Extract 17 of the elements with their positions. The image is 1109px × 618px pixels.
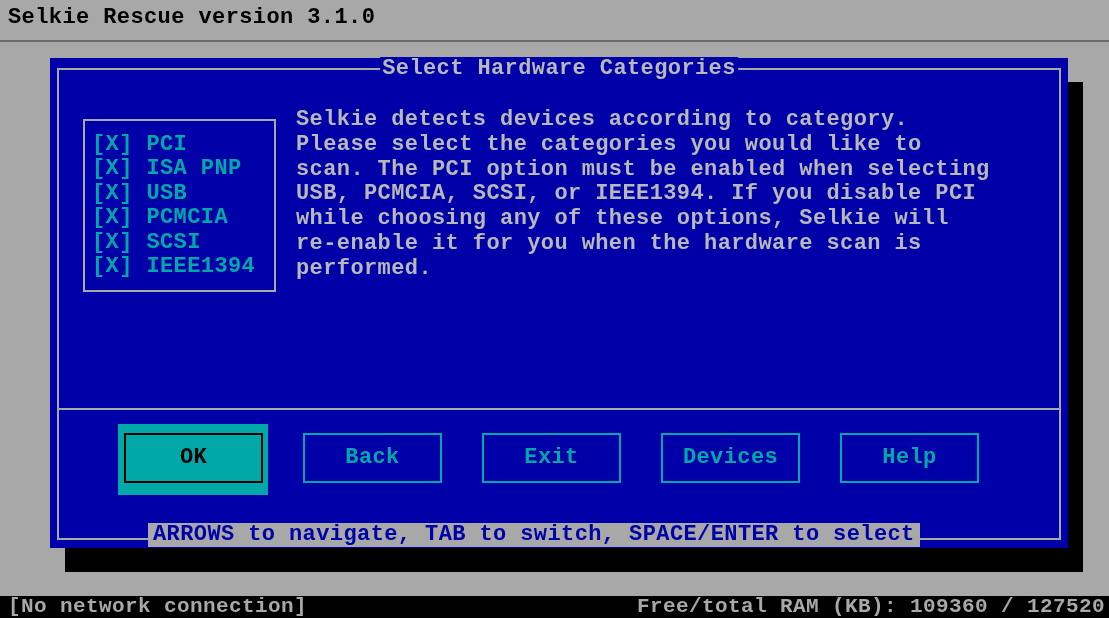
description-text: Selkie detects devices according to category. Please select the categories you would like to scan. The PCI option must be enabled when selecting USB, PCMCIA, SCSI, or IEEE1394. If you disable PCI while choosing any of these options, Selkie will re-enable it for you when the hardware scan is performed.: [296, 108, 991, 282]
category-checkbox[interactable]: [X] SCSI: [92, 230, 274, 256]
dialog-button[interactable]: Exit: [482, 433, 621, 483]
dialog-title: Select Hardware Categories: [380, 57, 738, 82]
category-checkbox[interactable]: [X] PCMCIA: [92, 206, 274, 231]
dialog-button[interactable]: Back: [303, 433, 442, 483]
category-checkbox[interactable]: [X] USB: [92, 181, 274, 207]
dialog-button[interactable]: Help: [840, 433, 979, 483]
memory-status: Free/total RAM (KB): 109360 / 127520: [636, 596, 1105, 618]
key-hint: ARROWS to navigate, TAB to switch, SPACE/ENTER to select: [148, 523, 920, 547]
category-checkbox[interactable]: [X] PCI: [92, 133, 274, 158]
category-checkbox[interactable]: [X] IEEE1394: [92, 255, 274, 280]
dialog-button[interactable]: OK: [124, 433, 263, 483]
app-title: Selkie Rescue version 3.1.0: [8, 6, 376, 31]
dialog-button[interactable]: Devices: [661, 433, 800, 483]
category-checkbox[interactable]: [X] ISA PNP: [92, 157, 274, 182]
network-status: [No network connection]: [8, 596, 308, 618]
